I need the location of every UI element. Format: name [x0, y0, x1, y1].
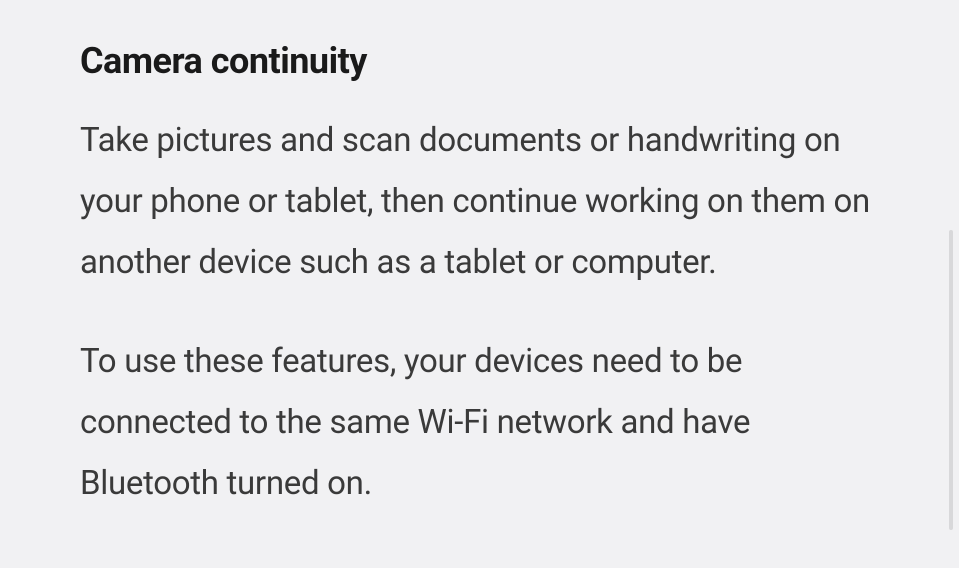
description-paragraph-1: Take pictures and scan documents or hand… — [80, 110, 879, 293]
section-heading: Camera continuity — [80, 40, 879, 82]
description-paragraph-2: To use these features, your devices need… — [80, 331, 879, 514]
scrollbar-track — [949, 230, 953, 530]
camera-continuity-section: Camera continuity Take pictures and scan… — [80, 40, 879, 514]
